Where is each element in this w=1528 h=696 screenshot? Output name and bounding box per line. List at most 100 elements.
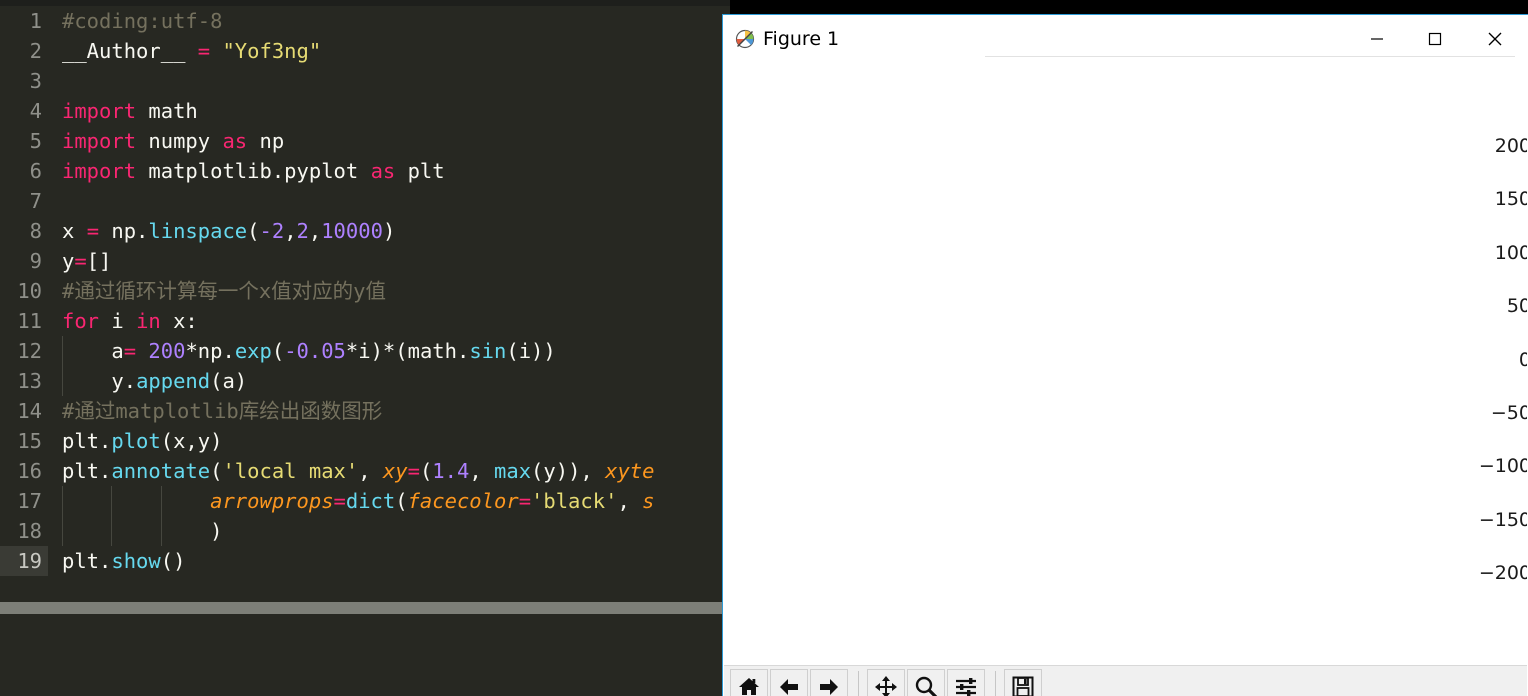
code-text[interactable]: plt.plot(x,y) (62, 426, 222, 456)
token-param: s (642, 489, 655, 513)
token-plain: (i)) (506, 339, 556, 363)
separator-1 (858, 670, 859, 696)
code-line[interactable]: 19 plt.show() (0, 546, 730, 576)
code-text[interactable]: import math (62, 96, 198, 126)
code-text[interactable]: ) (62, 516, 222, 546)
token-plain: , (284, 219, 297, 243)
back-button[interactable] (770, 668, 808, 696)
token-comment: #通过matplotlib库绘出函数图形 (62, 399, 383, 423)
code-text[interactable]: x = np.linspace(-2,2,10000) (62, 216, 395, 246)
code-line[interactable]: 3 (0, 66, 730, 96)
y-tick-label: −150 (1478, 508, 1527, 531)
indent-guide (62, 336, 63, 366)
token-plain: y. (62, 369, 137, 393)
line-number: 19 (0, 546, 48, 576)
code-text[interactable]: for i in x: (62, 306, 198, 336)
token-plain: x (62, 219, 87, 243)
token-string: 'local max' (222, 459, 359, 483)
line-number: 15 (17, 429, 42, 453)
code-text[interactable]: y.append(a) (62, 366, 247, 396)
save-button[interactable] (1004, 668, 1042, 696)
maximize-button[interactable] (1405, 15, 1465, 62)
code-text[interactable]: a= 200*np.exp(-0.05*i)*(math.sin(i)) (62, 336, 556, 366)
y-tick-label: 100 (1494, 241, 1527, 264)
code-editor[interactable]: 1 #coding:utf-8 2 __Author__ = "Yof3ng" 3 4 im… (0, 0, 730, 696)
token-plain: plt. (62, 459, 112, 483)
token-func: show (111, 549, 161, 573)
code-line[interactable]: 7 (0, 186, 730, 216)
code-line[interactable]: 17 arrowprops=dict(facecolor='black', s (0, 486, 730, 516)
code-text[interactable]: #通过循环计算每一个x值对应的y值 (62, 276, 386, 306)
horizontal-scrollbar-thumb[interactable] (0, 602, 722, 614)
code-text[interactable]: y=[] (62, 246, 111, 276)
figure-canvas[interactable]: 200150100500−50−100−150−200−2.0−1.5−1.0−… (724, 62, 1527, 665)
home-button[interactable] (730, 668, 768, 696)
window-titlebar[interactable]: Figure 1 (723, 15, 1527, 62)
zoom-button[interactable] (907, 668, 945, 696)
figure-toolbar[interactable] (724, 665, 1527, 696)
code-line[interactable]: 15 plt.plot(x,y) (0, 426, 730, 456)
minimize-button[interactable] (1347, 15, 1407, 62)
maximize-icon (1428, 32, 1442, 45)
token-string: "Yof3ng" (222, 39, 322, 63)
pan-button[interactable] (867, 668, 905, 696)
token-func: exp (234, 339, 272, 363)
token-op: = (197, 39, 211, 63)
code-line[interactable]: 14 #通过matplotlib库绘出函数图形 (0, 396, 730, 426)
token-plain: () (160, 549, 186, 573)
token-plain: , (308, 219, 322, 243)
code-line[interactable]: 4 import math (0, 96, 730, 126)
magnifier-icon (914, 675, 938, 696)
code-text[interactable]: plt.annotate('local max', xy=(1.4, max(y… (62, 456, 654, 486)
code-text[interactable]: import numpy as np (62, 126, 284, 156)
token-plain: (a) (210, 369, 248, 393)
token-param: xyte (605, 459, 655, 483)
token-number: 200 (148, 339, 186, 363)
code-text[interactable]: import matplotlib.pyplot as plt (62, 156, 445, 186)
horizontal-scrollbar-track[interactable] (0, 602, 722, 614)
code-line[interactable]: 1 #coding:utf-8 (0, 6, 730, 36)
sliders-icon (954, 675, 978, 696)
code-line[interactable]: 18 ) (0, 516, 730, 546)
forward-button[interactable] (810, 668, 848, 696)
token-plain: a (62, 339, 124, 363)
token-plain: , (358, 459, 383, 483)
line-number: 6 (29, 159, 42, 183)
token-plain: __Author__ (62, 39, 198, 63)
subplots-button[interactable] (947, 668, 985, 696)
line-number: 4 (29, 99, 42, 123)
editor-empty-area (0, 614, 730, 696)
indent-guide (160, 516, 162, 546)
line-number: 17 (17, 489, 42, 513)
code-line[interactable]: 9 y=[] (0, 246, 730, 276)
token-plain: , (617, 489, 643, 513)
code-text[interactable]: #通过matplotlib库绘出函数图形 (62, 396, 382, 426)
close-icon (1488, 32, 1502, 45)
code-line[interactable]: 10 #通过循环计算每一个x值对应的y值 (0, 276, 730, 306)
window-title: Figure 1 (763, 28, 840, 50)
token-number: 2 (296, 219, 309, 243)
token-plain: [] (86, 249, 112, 273)
code-line[interactable]: 6 import matplotlib.pyplot as plt (0, 156, 730, 186)
code-line[interactable]: 8x = np.linspace(-2,2,10000) (0, 216, 730, 246)
move-icon (874, 675, 898, 696)
token-op: = (123, 339, 137, 363)
code-line[interactable]: 13 y.append(a) (0, 366, 730, 396)
token-plain: np (247, 129, 285, 153)
token-plain: ( (271, 339, 285, 363)
code-text[interactable]: #coding:utf-8 (62, 6, 222, 36)
code-line[interactable]: 5 import numpy as np (0, 126, 730, 156)
code-lines-container[interactable]: 1 #coding:utf-8 2 __Author__ = "Yof3ng" 3 4 im… (0, 6, 730, 602)
code-line[interactable]: 12 a= 200*np.exp(-0.05*i)*(math.sin(i)) (0, 336, 730, 366)
code-text[interactable]: arrowprops=dict(facecolor='black', s (62, 486, 654, 516)
close-button[interactable] (1465, 15, 1525, 62)
code-line[interactable]: 2 __Author__ = "Yof3ng" (0, 36, 730, 66)
code-line[interactable]: 11 for i in x: (0, 306, 730, 336)
token-plain: plt. (62, 429, 112, 453)
code-line[interactable]: 16 plt.annotate('local max', xy=(1.4, max… (0, 456, 730, 486)
code-text[interactable]: __Author__ = "Yof3ng" (62, 36, 321, 66)
code-text[interactable]: plt.show() (62, 546, 185, 576)
figure-window[interactable]: Figure 1 200 150 100 50 0 −50 −100−150 −… (722, 14, 1528, 696)
token-number: 1.4 (432, 459, 470, 483)
